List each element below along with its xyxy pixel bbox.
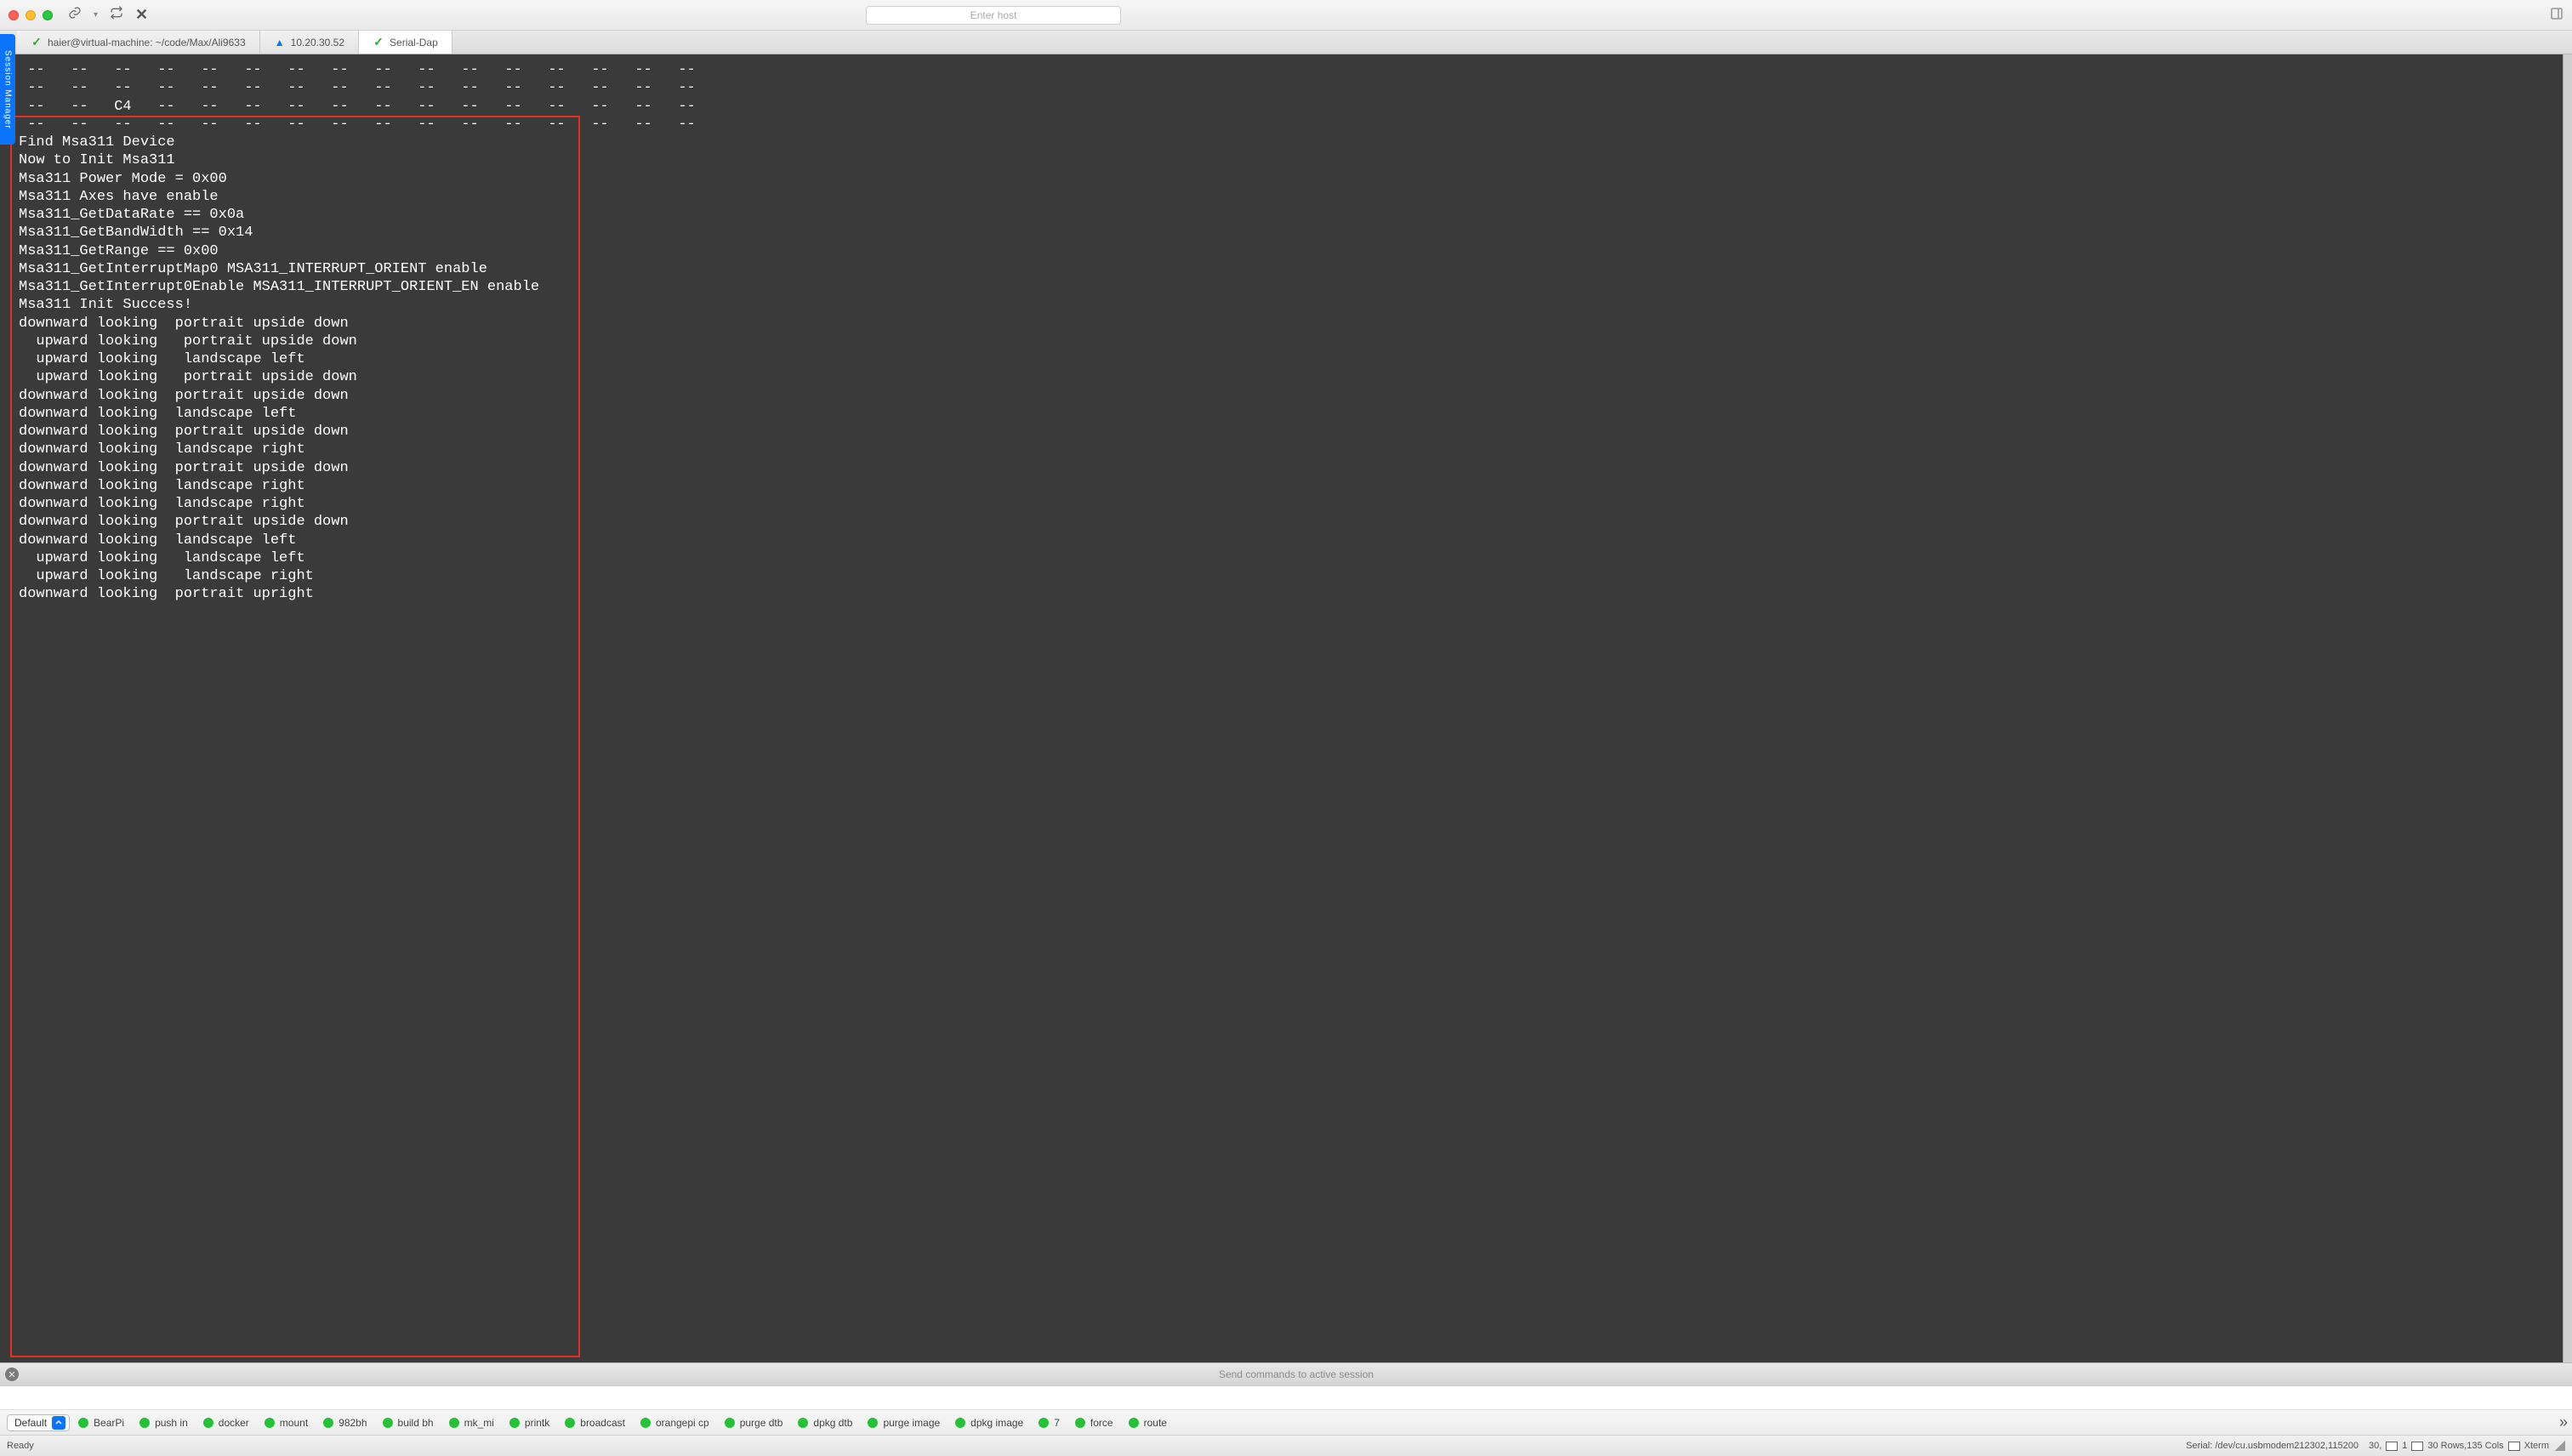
status-dot-icon bbox=[383, 1418, 393, 1428]
zoom-window-button[interactable] bbox=[43, 10, 53, 20]
status-bar: Ready Serial: /dev/cu.usbmodem212302,115… bbox=[0, 1436, 2572, 1456]
action-label: broadcast bbox=[580, 1417, 625, 1429]
action-mount[interactable]: mount bbox=[265, 1417, 308, 1429]
status-dot-icon bbox=[449, 1418, 459, 1428]
action-label: route bbox=[1144, 1417, 1167, 1429]
action-dpkg-image[interactable]: dpkg image bbox=[955, 1417, 1023, 1429]
link-icon[interactable] bbox=[68, 6, 82, 24]
toolbar-icons: ▾ ✕ bbox=[68, 6, 148, 24]
terminal-output: -- -- -- -- -- -- -- -- -- -- -- -- -- -… bbox=[19, 61, 2565, 604]
action-7[interactable]: 7 bbox=[1038, 1417, 1060, 1429]
tab-label: 10.20.30.52 bbox=[291, 37, 344, 48]
terminal-area[interactable]: -- -- -- -- -- -- -- -- -- -- -- -- -- -… bbox=[0, 54, 2572, 1362]
action-force[interactable]: force bbox=[1075, 1417, 1113, 1429]
profile-dropdown-icon bbox=[52, 1416, 65, 1430]
action-build-bh[interactable]: build bh bbox=[383, 1417, 434, 1429]
status-dot-icon bbox=[565, 1418, 575, 1428]
status-dot-icon bbox=[1129, 1418, 1139, 1428]
panel-toggle-icon[interactable] bbox=[2550, 7, 2563, 23]
status-box-3 bbox=[2508, 1442, 2520, 1451]
host-input[interactable]: Enter host bbox=[866, 6, 1121, 25]
action-route[interactable]: route bbox=[1129, 1417, 1167, 1429]
status-dot-icon bbox=[203, 1418, 213, 1428]
close-icon[interactable]: ✕ bbox=[135, 6, 148, 24]
tab-strip: ✓ haier@virtual-machine: ~/code/Max/Ali96… bbox=[0, 31, 2572, 54]
action-label: mk_mi bbox=[464, 1417, 494, 1429]
status-size: 30 Rows,135 Cols bbox=[2427, 1441, 2503, 1451]
command-input[interactable]: Send commands to active session bbox=[26, 1368, 2567, 1380]
status-dot-icon bbox=[798, 1418, 808, 1428]
tab-1[interactable]: ▲ 10.20.30.52 bbox=[260, 31, 359, 54]
action-mk_mi[interactable]: mk_mi bbox=[449, 1417, 494, 1429]
more-actions-icon[interactable]: » bbox=[2559, 1413, 2565, 1431]
action-label: 7 bbox=[1054, 1417, 1060, 1429]
action-orangepi-cp[interactable]: orangepi cp bbox=[640, 1417, 709, 1429]
status-dot-icon bbox=[640, 1418, 651, 1428]
action-broadcast[interactable]: broadcast bbox=[565, 1417, 625, 1429]
action-label: dpkg dtb bbox=[813, 1417, 852, 1429]
close-window-button[interactable] bbox=[9, 10, 19, 20]
status-dot-icon bbox=[509, 1418, 520, 1428]
action-BearPi[interactable]: BearPi bbox=[78, 1417, 124, 1429]
action-purge-image[interactable]: purge image bbox=[868, 1417, 940, 1429]
warning-icon: ▲ bbox=[274, 37, 286, 48]
action-dpkg-dtb[interactable]: dpkg dtb bbox=[798, 1417, 852, 1429]
action-label: dpkg image bbox=[970, 1417, 1023, 1429]
action-label: printk bbox=[525, 1417, 549, 1429]
action-label: BearPi bbox=[94, 1417, 124, 1429]
clear-command-icon[interactable]: ✕ bbox=[5, 1368, 19, 1381]
status-ready: Ready bbox=[7, 1441, 34, 1451]
action-982bh[interactable]: 982bh bbox=[323, 1417, 367, 1429]
resize-grip-icon[interactable] bbox=[2555, 1441, 2565, 1451]
action-printk[interactable]: printk bbox=[509, 1417, 549, 1429]
action-label: docker bbox=[219, 1417, 249, 1429]
spacer-strip bbox=[0, 1386, 2572, 1410]
action-label: purge dtb bbox=[740, 1417, 783, 1429]
status-dot-icon bbox=[139, 1418, 150, 1428]
action-bar: Default BearPi push in docker mount 982bh bui… bbox=[0, 1410, 2572, 1436]
status-dot-icon bbox=[1075, 1418, 1085, 1428]
command-bar: ✕ Send commands to active session bbox=[0, 1362, 2572, 1386]
status-dot-icon bbox=[1038, 1418, 1049, 1428]
status-box-1 bbox=[2386, 1442, 2398, 1451]
window-traffic-lights bbox=[9, 10, 53, 20]
profile-selector[interactable]: Default bbox=[7, 1414, 70, 1431]
action-label: push in bbox=[155, 1417, 188, 1429]
chevron-down-icon[interactable]: ▾ bbox=[94, 10, 98, 20]
action-label: purge image bbox=[883, 1417, 940, 1429]
status-dot-icon bbox=[323, 1418, 333, 1428]
profile-label: Default bbox=[14, 1417, 47, 1429]
loop-icon[interactable] bbox=[110, 6, 123, 24]
action-purge-dtb[interactable]: purge dtb bbox=[725, 1417, 783, 1429]
titlebar: ▾ ✕ Enter host bbox=[0, 0, 2572, 31]
tab-label: Serial-Dap bbox=[390, 37, 438, 48]
status-dot-icon bbox=[725, 1418, 735, 1428]
minimize-window-button[interactable] bbox=[26, 10, 36, 20]
action-push-in[interactable]: push in bbox=[139, 1417, 188, 1429]
status-dot-icon bbox=[868, 1418, 878, 1428]
status-emulation: Xterm bbox=[2524, 1441, 2549, 1451]
action-label: orangepi cp bbox=[656, 1417, 709, 1429]
tab-0[interactable]: ✓ haier@virtual-machine: ~/code/Max/Ali96… bbox=[17, 31, 260, 54]
action-label: build bh bbox=[398, 1417, 434, 1429]
tab-2[interactable]: ✓ Serial-Dap bbox=[359, 31, 452, 54]
action-label: 982bh bbox=[339, 1417, 367, 1429]
check-icon: ✓ bbox=[373, 37, 384, 48]
tab-label: haier@virtual-machine: ~/code/Max/Ali963… bbox=[48, 37, 246, 48]
status-box-2 bbox=[2411, 1442, 2423, 1451]
session-manager-handle[interactable]: Session Manager bbox=[0, 34, 15, 145]
action-docker[interactable]: docker bbox=[203, 1417, 249, 1429]
action-label: mount bbox=[280, 1417, 308, 1429]
status-col: 1 bbox=[2402, 1441, 2407, 1451]
action-label: force bbox=[1090, 1417, 1113, 1429]
status-dot-icon bbox=[78, 1418, 88, 1428]
status-dot-icon bbox=[955, 1418, 965, 1428]
status-serial: Serial: /dev/cu.usbmodem212302,115200 bbox=[2186, 1441, 2359, 1451]
status-dot-icon bbox=[265, 1418, 275, 1428]
status-row: 30, bbox=[2369, 1441, 2381, 1451]
check-icon: ✓ bbox=[31, 37, 43, 48]
